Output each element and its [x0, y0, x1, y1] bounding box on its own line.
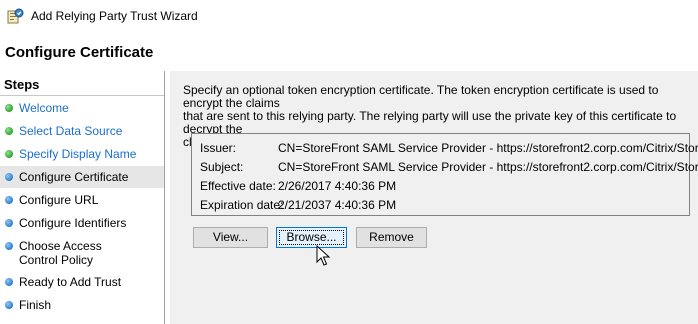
step-label: Configure Certificate [19, 170, 129, 184]
step-pending-icon [5, 242, 13, 250]
step-ready-to-add-trust: Ready to Add Trust [0, 271, 164, 293]
browse-button-label: Browse... [279, 230, 344, 245]
step-configure-url: Configure URL [0, 189, 164, 211]
step-label: Choose Access Control Policy [19, 239, 102, 267]
step-configure-identifiers: Configure Identifiers [0, 212, 164, 234]
step-configure-certificate[interactable]: Configure Certificate [0, 166, 164, 188]
expiration-date-label: Expiration date: [200, 198, 284, 212]
steps-heading: Steps [4, 77, 40, 92]
step-select-data-source[interactable]: Select Data Source [0, 120, 164, 142]
mouse-pointer-icon [316, 245, 330, 266]
certificate-details-box: Issuer: CN=StoreFront SAML Service Provi… [191, 133, 698, 216]
step-complete-icon [5, 127, 13, 135]
remove-button-label: Remove [369, 230, 414, 244]
step-pending-icon [5, 301, 13, 309]
main-content: Specify an optional token encryption cer… [170, 71, 698, 324]
step-current-icon [5, 173, 13, 181]
step-label: Specify Display Name [19, 147, 137, 161]
effective-date-label: Effective date: [200, 179, 276, 193]
expiration-date-value: 2/21/2037 4:40:36 PM [278, 198, 397, 212]
step-complete-icon [5, 104, 13, 112]
subject-value: CN=StoreFront SAML Service Provider - ht… [278, 160, 698, 174]
issuer-value: CN=StoreFront SAML Service Provider - ht… [278, 141, 698, 155]
step-label: Select Data Source [19, 124, 123, 138]
step-pending-icon [5, 278, 13, 286]
wizard-header: Configure Certificate [0, 32, 698, 70]
step-complete-icon [5, 150, 13, 158]
remove-button[interactable]: Remove [356, 227, 427, 248]
step-label: Configure URL [19, 193, 99, 207]
step-finish: Finish [0, 294, 164, 316]
subject-label: Subject: [200, 160, 244, 174]
view-button-label: View... [212, 230, 249, 244]
step-specify-display-name[interactable]: Specify Display Name [0, 143, 164, 165]
view-button[interactable]: View... [193, 227, 268, 248]
step-label: Configure Identifiers [19, 216, 127, 230]
steps-panel: Steps Welcome Select Data Source Specify… [0, 71, 165, 324]
step-label: Ready to Add Trust [19, 275, 122, 289]
effective-date-value: 2/26/2017 4:40:36 PM [278, 179, 397, 193]
page-title: Configure Certificate [5, 44, 154, 61]
step-welcome[interactable]: Welcome [0, 97, 164, 119]
issuer-label: Issuer: [200, 141, 237, 155]
steps-divider [0, 95, 164, 96]
step-label: Finish [19, 298, 52, 312]
step-pending-icon [5, 196, 13, 204]
step-label: Welcome [19, 101, 69, 115]
step-choose-access-control-policy: Choose Access Control Policy [0, 235, 164, 271]
browse-button[interactable]: Browse... [276, 227, 347, 248]
window-title: Add Relying Party Trust Wizard [31, 9, 198, 23]
step-pending-icon [5, 219, 13, 227]
title-bar: Add Relying Party Trust Wizard [0, 0, 698, 32]
relying-party-wizard-icon [7, 8, 24, 24]
